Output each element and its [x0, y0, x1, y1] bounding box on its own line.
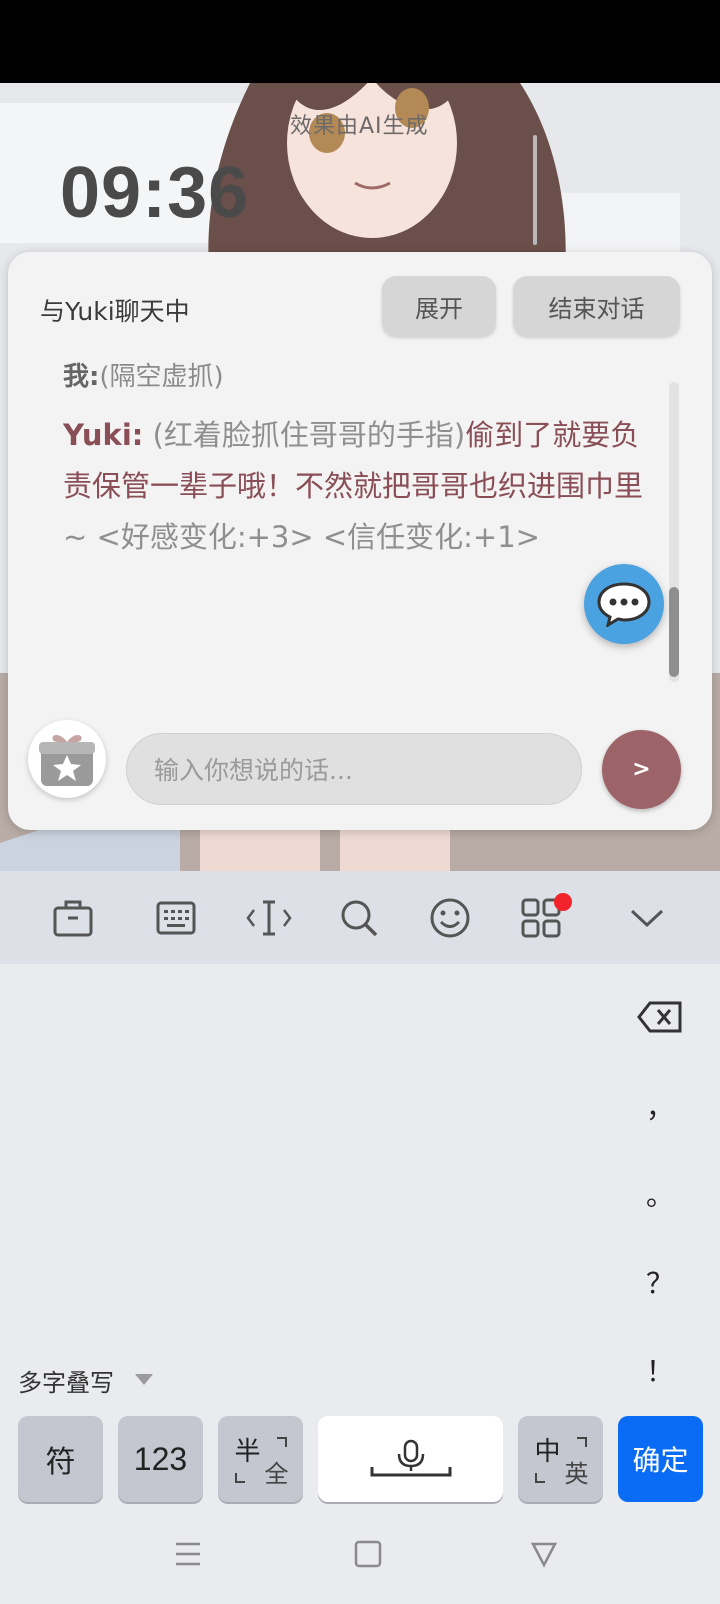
half-full-width-key[interactable]: 半 全 [218, 1416, 303, 1502]
punct-comma-key[interactable]: ， [620, 1086, 700, 1126]
message-user: 我:(隔空虚抓) [63, 362, 224, 396]
chevron-down-icon[interactable] [624, 895, 670, 941]
key-secondary-label: 全 [264, 1460, 289, 1488]
message-action: (红着脸抓住哥哥的手指) [152, 418, 466, 452]
key-primary-label: 中 [534, 1437, 561, 1467]
message-stats: ~ <好感变化:+3> <信任变化:+1> [63, 520, 540, 554]
clock-time: 09:36 [60, 153, 250, 233]
punct-period-key[interactable]: 。 [620, 1174, 700, 1214]
confirm-key[interactable]: 确定 [618, 1416, 703, 1502]
divider [533, 135, 537, 245]
expand-button[interactable]: 展开 [382, 276, 496, 336]
space-voice-key[interactable] [318, 1416, 503, 1502]
keyboard-body [0, 964, 720, 1604]
emoji-icon[interactable] [427, 895, 473, 941]
keyboard-toolbar [0, 871, 720, 964]
message-list[interactable]: 我:(隔空虚抓) Yuki: (红着脸抓住哥哥的手指)偷到了就要负责保管一辈子哦… [63, 362, 653, 652]
chat-panel: 与Yuki聊天中 展开 结束对话 我:(隔空虚抓) Yuki: (红着脸抓住哥哥… [8, 252, 712, 830]
speech-bubble-icon[interactable] [584, 564, 664, 644]
microphone-icon [370, 1439, 451, 1477]
multi-char-handwrite-toggle[interactable]: 多字叠写 [18, 1363, 114, 1398]
briefcase-icon[interactable] [50, 895, 96, 941]
numbers-key[interactable]: 123 [118, 1416, 203, 1502]
backspace-icon[interactable] [636, 1000, 684, 1038]
gift-star-icon[interactable] [28, 720, 106, 798]
home-square-icon[interactable] [354, 1540, 382, 1572]
key-secondary-label: 英 [564, 1460, 589, 1488]
keyboard-icon[interactable] [153, 895, 199, 941]
chinese-english-key[interactable]: 中 英 [518, 1416, 603, 1502]
scrollbar-thumb[interactable] [669, 587, 679, 677]
scrollbar[interactable] [669, 382, 679, 682]
punct-exclaim-key[interactable]: ！ [620, 1350, 700, 1390]
send-button[interactable]: > [602, 730, 681, 809]
cursor-icon[interactable] [246, 895, 292, 941]
symbol-key[interactable]: 符 [18, 1416, 103, 1502]
message-yuki: Yuki: (红着脸抓住哥哥的手指)偷到了就要负责保管一辈子哦！不然就把哥哥也织… [63, 410, 643, 563]
message-speaker: Yuki: [63, 418, 144, 452]
caret-down-icon[interactable] [135, 1374, 153, 1385]
key-primary-label: 半 [234, 1437, 261, 1467]
punct-question-key[interactable]: ？ [620, 1262, 700, 1302]
menu-icon[interactable] [174, 1540, 202, 1572]
notification-dot [554, 893, 572, 911]
message-input[interactable]: 输入你想说的话... [126, 733, 582, 805]
message-speaker: 我: [63, 362, 100, 392]
search-icon[interactable] [336, 895, 382, 941]
chat-title: 与Yuki聊天中 [40, 297, 190, 326]
back-triangle-icon[interactable] [530, 1540, 558, 1572]
message-text: (隔空虚抓) [99, 362, 224, 392]
status-bar [0, 0, 720, 83]
end-conversation-button[interactable]: 结束对话 [513, 276, 680, 336]
ai-generated-label: 效果由AI生成 [290, 114, 429, 139]
